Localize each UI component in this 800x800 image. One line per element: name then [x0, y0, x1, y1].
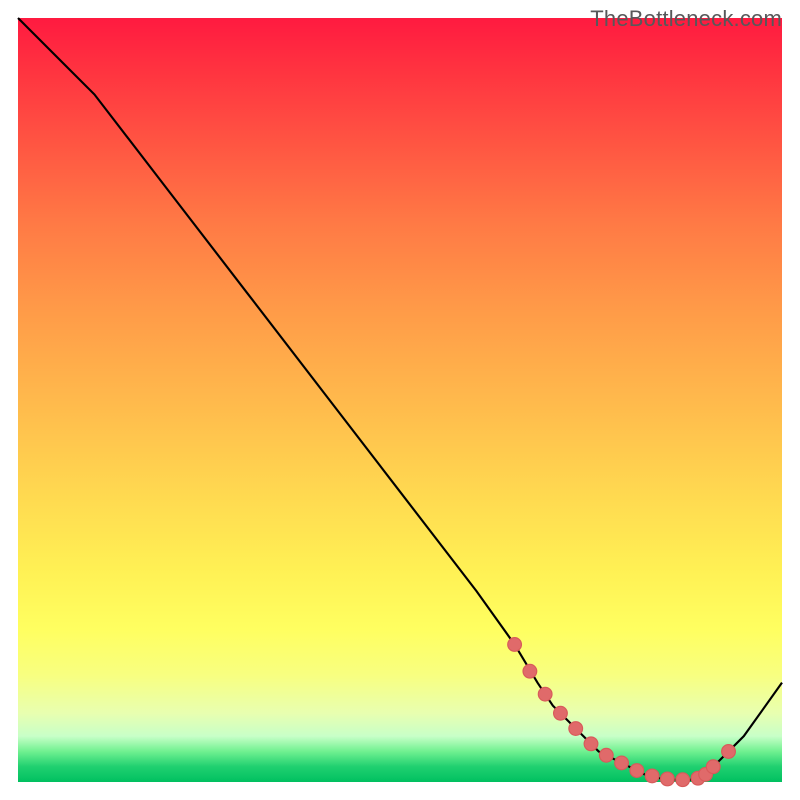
- chart-marker: [538, 687, 552, 701]
- chart-marker: [661, 772, 675, 786]
- chart-marker: [554, 706, 568, 720]
- chart-marker: [523, 664, 537, 678]
- chart-marker: [599, 748, 613, 762]
- chart-marker: [676, 773, 690, 787]
- chart-curve: [18, 18, 782, 780]
- chart-marker: [508, 638, 522, 652]
- chart-marker: [569, 722, 583, 736]
- chart-marker: [615, 756, 629, 770]
- chart-area: [18, 18, 782, 782]
- chart-marker: [630, 764, 644, 778]
- chart-markers: [508, 638, 736, 787]
- chart-marker: [645, 769, 659, 783]
- chart-marker: [706, 760, 720, 774]
- attribution-text: TheBottleneck.com: [590, 6, 782, 32]
- chart-svg: [18, 18, 782, 782]
- chart-marker: [584, 737, 598, 751]
- chart-marker: [722, 745, 736, 759]
